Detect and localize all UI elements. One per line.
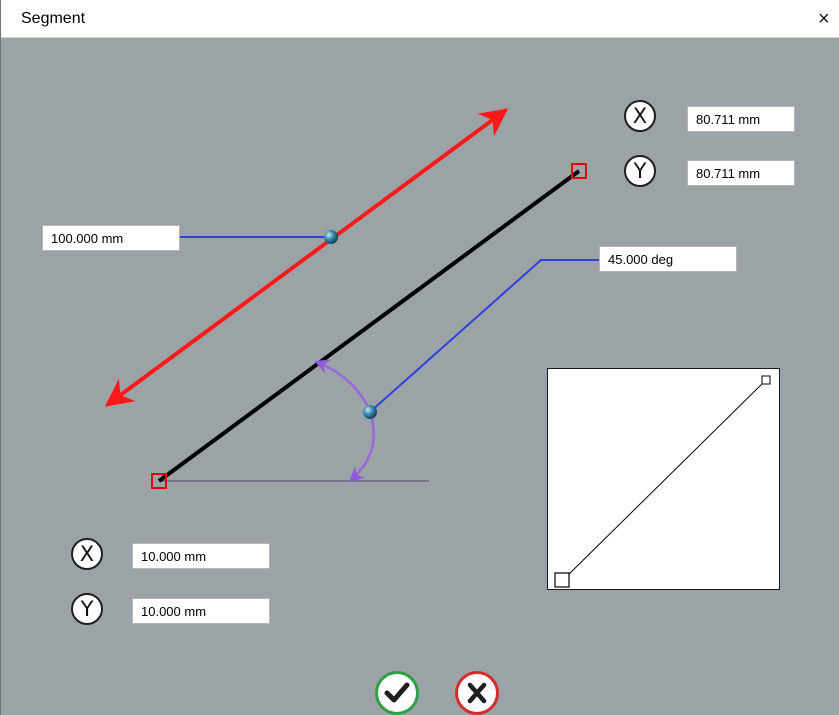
end-y-field[interactable]: [687, 160, 795, 186]
start-y-field[interactable]: [132, 598, 270, 624]
length-handle[interactable]: [324, 230, 338, 244]
checkmark-icon: [384, 682, 410, 703]
close-icon[interactable]: ×: [818, 0, 839, 38]
dialog-title: Segment: [21, 10, 86, 27]
end-y-badge: Y: [624, 155, 656, 187]
cancel-button[interactable]: [455, 671, 499, 715]
title-bar: Segment ×: [1, 0, 839, 38]
length-arrow[interactable]: [104, 108, 509, 407]
segment-preview: [547, 368, 780, 590]
angle-handle[interactable]: [363, 405, 377, 419]
start-x-field[interactable]: [132, 543, 270, 569]
cross-icon: [467, 682, 487, 704]
angle-arc-upper: [314, 359, 372, 413]
preview-start-marker: [554, 572, 570, 588]
end-x-field[interactable]: [687, 106, 795, 132]
angle-arc-lower: [348, 411, 375, 482]
start-y-badge: Y: [71, 593, 103, 625]
preview-end-marker: [761, 375, 771, 385]
length-field[interactable]: [42, 225, 180, 251]
angle-field[interactable]: [599, 246, 737, 272]
end-x-badge: X: [624, 100, 656, 132]
preview-segment-line: [561, 379, 767, 582]
segment-dialog: Segment × X 80.711 mm Y 80.711 mm 100.00…: [0, 0, 839, 715]
preview-drawing: [554, 375, 771, 588]
ok-button[interactable]: [375, 671, 419, 715]
segment-line[interactable]: [157, 169, 581, 483]
start-x-badge: X: [71, 538, 103, 570]
